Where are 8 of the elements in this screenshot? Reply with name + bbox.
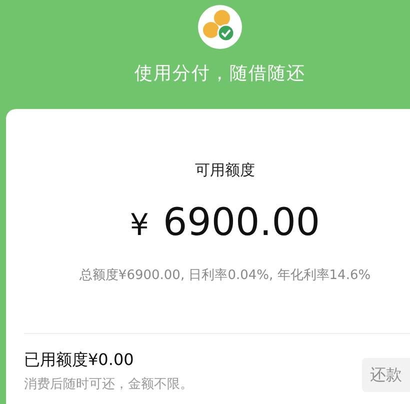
available-amount: 6900.00 — [162, 198, 320, 246]
repay-note: 消费后随时可还，金额不限。 — [24, 376, 193, 394]
currency-symbol: ¥ — [130, 206, 149, 244]
available-label: 可用额度 — [195, 160, 255, 181]
slogan: 使用分付，随借随还 — [134, 62, 306, 86]
logo-icon — [198, 5, 242, 49]
rates-text: 总额度¥6900.00, 日利率0.04%, 年化利率14.6% — [79, 266, 371, 284]
used-amount: 已用额度¥0.00 — [24, 349, 135, 371]
